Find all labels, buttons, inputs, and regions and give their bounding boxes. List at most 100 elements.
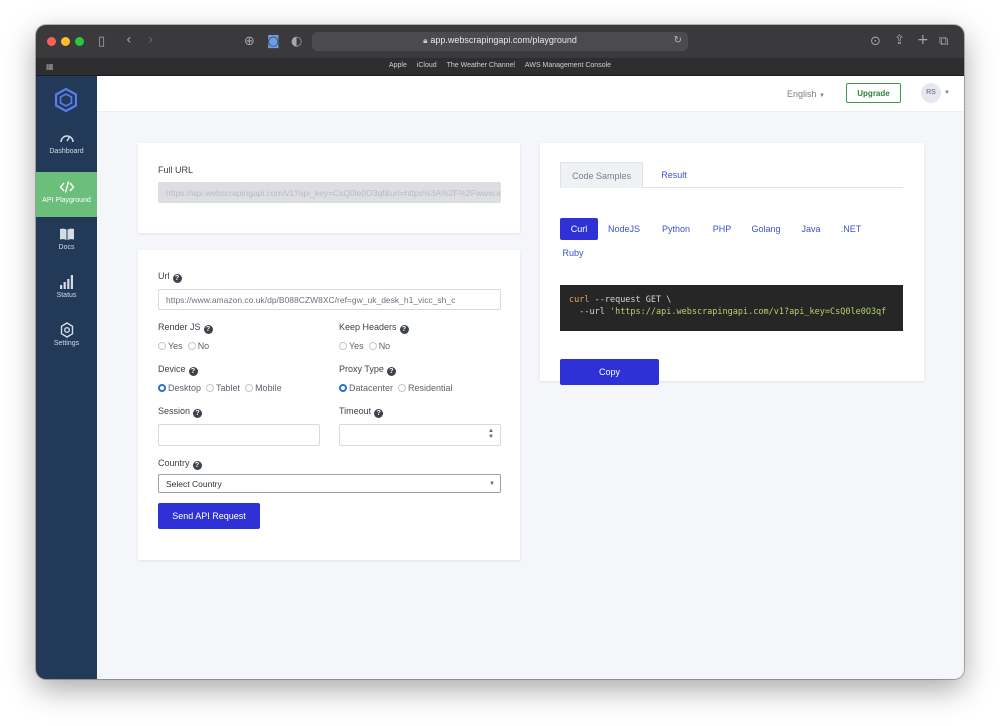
address-bar[interactable]: 🔒︎ app.webscrapingapi.com/playground ↻ (312, 32, 688, 51)
code-sample-block[interactable]: curl --request GET \ --url 'https://api.… (560, 285, 903, 331)
favorite-aws[interactable]: AWS Management Console (525, 62, 611, 69)
sidebar-toggle-icon[interactable]: ▯ (98, 35, 105, 48)
help-icon[interactable]: ? (386, 367, 396, 376)
book-icon (59, 228, 74, 240)
back-icon[interactable]: ‹ (126, 33, 132, 47)
sidebar-item-settings[interactable]: Settings (36, 315, 97, 359)
gauge-icon (59, 135, 74, 143)
radio-icon (245, 384, 254, 392)
code-tabs: Code Samples Result (560, 162, 903, 188)
caret-down-icon[interactable]: ▼ (944, 90, 950, 96)
pocket-icon[interactable]: ◙ (267, 35, 280, 48)
full-url-field: https://api.webscrapingapi.com/v1?api_ke… (158, 182, 501, 203)
proxy-datacenter-radio[interactable]: Datacenter (339, 383, 393, 393)
help-icon[interactable]: ? (192, 461, 202, 470)
country-label: Country? (158, 458, 202, 470)
code-icon (59, 181, 74, 193)
country-select[interactable]: Select Country ▼ (158, 474, 501, 493)
caret-down-icon: ▼ (819, 93, 825, 99)
help-icon[interactable]: ? (193, 409, 203, 418)
lock-icon: 🔒︎ (423, 36, 428, 45)
avatar[interactable]: RS (921, 83, 941, 103)
extension-plus-icon[interactable]: ⊕ (244, 35, 255, 48)
help-icon[interactable]: ? (399, 325, 409, 334)
app-header: English ▼ Upgrade RS ▼ (97, 76, 964, 112)
device-mobile-radio[interactable]: Mobile (245, 383, 282, 393)
radio-icon (187, 342, 196, 350)
favorite-weather[interactable]: The Weather Channel (447, 62, 515, 69)
url-label: Url? (158, 271, 182, 283)
code-samples-card: Code Samples Result Curl NodeJS Python P… (540, 143, 924, 385)
render-js-yes-radio[interactable]: Yes (158, 341, 183, 351)
country-select-value: Select Country (166, 479, 222, 489)
shield-icon[interactable]: ◐ (291, 35, 302, 48)
share-icon[interactable]: ⇪ (894, 34, 905, 47)
url-input[interactable]: https://www.amazon.co.uk/dp/B088CZW8XC/r… (158, 289, 501, 310)
proxy-type-label: Proxy Type? (339, 364, 396, 376)
favorites-bar: ▦ Apple iCloud The Weather Channel AWS M… (36, 58, 964, 76)
close-window-button[interactable] (47, 37, 56, 46)
sidebar-item-label: Dashboard (49, 148, 84, 155)
lang-dotnet[interactable]: .NET (836, 218, 866, 240)
help-icon[interactable]: ? (374, 409, 384, 418)
lang-python[interactable]: Python (657, 218, 695, 240)
sidebar: Dashboard API Playground Docs Status Set… (36, 76, 97, 679)
sidebar-item-status[interactable]: Status (36, 267, 97, 311)
keep-headers-radio-group: Yes No (339, 341, 395, 351)
lang-nodejs[interactable]: NodeJS (604, 218, 644, 240)
language-label: English (787, 89, 817, 99)
lang-golang[interactable]: Golang (746, 218, 786, 240)
help-icon[interactable]: ? (188, 367, 198, 376)
gear-icon (60, 322, 73, 338)
sidebar-item-label: Settings (53, 340, 80, 347)
render-js-radio-group: Yes No (158, 341, 214, 351)
sidebar-item-label: Status (56, 292, 77, 299)
session-input[interactable] (158, 424, 320, 446)
radio-icon (158, 384, 166, 392)
sidebar-item-label: Docs (58, 244, 75, 251)
timeout-input[interactable]: ▲ ▼ (339, 424, 501, 446)
help-icon[interactable]: ? (172, 274, 182, 283)
caret-down-icon: ▼ (489, 481, 495, 487)
keep-headers-no-radio[interactable]: No (368, 341, 390, 351)
keep-headers-yes-radio[interactable]: Yes (339, 341, 364, 351)
new-tab-icon[interactable]: + (917, 33, 929, 47)
forward-icon[interactable]: › (148, 33, 154, 47)
full-url-card: Full URL https://api.webscrapingapi.com/… (138, 143, 520, 233)
radio-icon (398, 384, 407, 392)
sidebar-item-api-playground[interactable]: API Playground (36, 172, 97, 217)
proxy-residential-radio[interactable]: Residential (398, 383, 453, 393)
upgrade-button[interactable]: Upgrade (846, 83, 901, 103)
lang-curl[interactable]: Curl (560, 218, 598, 240)
device-tablet-radio[interactable]: Tablet (206, 383, 240, 393)
lang-php[interactable]: PHP (707, 218, 737, 240)
timeout-label: Timeout? (339, 406, 384, 418)
radio-icon (339, 384, 347, 392)
lang-java[interactable]: Java (796, 218, 826, 240)
request-form-card: Url? https://www.amazon.co.uk/dp/B088CZW… (138, 250, 520, 560)
language-selector[interactable]: English ▼ (787, 89, 825, 99)
tab-overview-icon[interactable]: ⧉ (939, 35, 948, 48)
zoom-window-button[interactable] (75, 37, 84, 46)
radio-icon (339, 342, 347, 350)
sidebar-item-docs[interactable]: Docs (36, 219, 97, 263)
help-icon[interactable]: ? (203, 325, 213, 334)
download-icon[interactable]: ⊙ (870, 35, 881, 48)
device-desktop-radio[interactable]: Desktop (158, 383, 201, 393)
render-js-no-radio[interactable]: No (187, 341, 209, 351)
radio-icon (368, 342, 377, 350)
tab-code-samples[interactable]: Code Samples (560, 162, 643, 188)
favorite-apple[interactable]: Apple (389, 62, 407, 69)
address-url: app.webscrapingapi.com/playground (430, 35, 577, 45)
favorite-icloud[interactable]: iCloud (417, 62, 437, 69)
tab-result[interactable]: Result (654, 162, 694, 188)
lang-ruby[interactable]: Ruby (560, 242, 586, 264)
device-radio-group: Desktop Tablet Mobile (158, 383, 287, 393)
minimize-window-button[interactable] (61, 37, 70, 46)
sidebar-item-dashboard[interactable]: Dashboard (36, 123, 97, 167)
copy-button[interactable]: Copy (560, 359, 659, 385)
spinner-icon[interactable]: ▲ ▼ (488, 428, 494, 440)
reload-icon[interactable]: ↻ (674, 35, 682, 46)
logo-icon[interactable] (55, 88, 77, 112)
send-api-request-button[interactable]: Send API Request (158, 503, 260, 529)
